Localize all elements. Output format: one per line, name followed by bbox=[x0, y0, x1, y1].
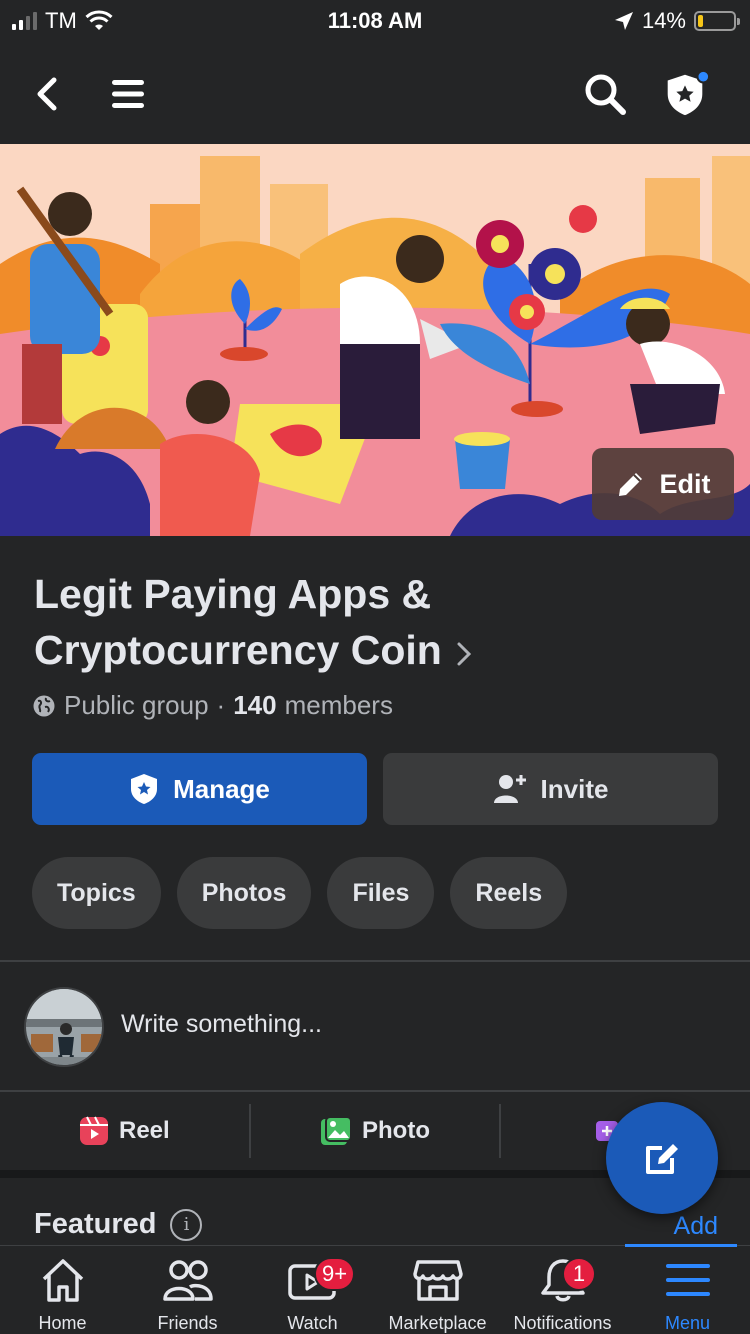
tab-home[interactable]: Home bbox=[0, 1246, 125, 1334]
friends-icon bbox=[160, 1254, 216, 1305]
tab-notifications[interactable]: 1 Notifications bbox=[500, 1246, 625, 1334]
composer-placeholder[interactable]: Write something... bbox=[121, 1010, 322, 1039]
shield-star-icon bbox=[131, 774, 158, 804]
status-right: 14% bbox=[614, 8, 740, 34]
tab-home-label: Home bbox=[38, 1313, 87, 1333]
chevron-left-icon bbox=[37, 77, 57, 111]
search-icon bbox=[585, 74, 626, 115]
invite-button[interactable]: Invite bbox=[383, 753, 718, 825]
admin-shield-icon bbox=[667, 69, 710, 116]
hamburger-button[interactable] bbox=[103, 69, 153, 119]
reel-icon bbox=[79, 1116, 108, 1145]
globe-icon bbox=[33, 695, 55, 716]
manage-button[interactable]: Manage bbox=[32, 753, 367, 825]
featured-add-link[interactable]: Add bbox=[674, 1212, 718, 1241]
notifications-badge: 1 bbox=[562, 1257, 596, 1291]
edit-cover-label: Edit bbox=[659, 468, 711, 499]
bottom-tab-bar: Home Friends 9+ Watch Marketplace 1 Noti… bbox=[0, 1244, 750, 1334]
top-nav bbox=[0, 44, 750, 144]
chip-reels[interactable]: Reels bbox=[450, 857, 568, 929]
group-meta: Public group · 140 members bbox=[32, 690, 393, 721]
edit-cover-button[interactable]: Edit bbox=[592, 448, 734, 520]
compose-fab-button[interactable] bbox=[606, 1102, 718, 1214]
info-icon[interactable]: i bbox=[170, 1208, 203, 1241]
marketplace-icon bbox=[410, 1254, 466, 1305]
featured-title: Featured bbox=[34, 1208, 157, 1240]
add-person-icon bbox=[493, 775, 526, 803]
members-label[interactable]: members bbox=[285, 690, 393, 721]
photo-label: Photo bbox=[362, 1117, 430, 1144]
chip-photos[interactable]: Photos bbox=[176, 857, 312, 929]
post-composer[interactable]: Write something... bbox=[0, 962, 750, 1090]
tab-notifications-label: Notifications bbox=[513, 1313, 612, 1333]
group-tabs: Topics Photos Files Reels bbox=[32, 857, 568, 929]
tab-menu-label: Menu bbox=[664, 1313, 711, 1333]
compose-icon bbox=[646, 1144, 678, 1174]
reel-label: Reel bbox=[118, 1117, 170, 1144]
photo-button[interactable]: Photo bbox=[251, 1104, 502, 1158]
avatar-photo bbox=[26, 989, 102, 1065]
location-arrow-icon bbox=[614, 12, 633, 30]
reel-button[interactable]: Reel bbox=[0, 1104, 251, 1158]
avatar[interactable] bbox=[24, 987, 104, 1067]
back-button[interactable] bbox=[22, 69, 72, 119]
photo-icon bbox=[321, 1116, 353, 1145]
menu-icon bbox=[660, 1254, 716, 1305]
tab-marketplace[interactable]: Marketplace bbox=[375, 1246, 500, 1334]
chip-files[interactable]: Files bbox=[327, 857, 435, 929]
tab-friends[interactable]: Friends bbox=[125, 1246, 250, 1334]
home-icon bbox=[35, 1254, 91, 1305]
meta-separator: · bbox=[216, 690, 226, 720]
group-title[interactable]: Legit Paying Apps & Cryptocurrency Coin bbox=[34, 566, 594, 681]
manage-label: Manage bbox=[173, 773, 270, 804]
hamburger-icon bbox=[112, 80, 144, 108]
privacy-label: Public group bbox=[64, 690, 209, 720]
battery-fill bbox=[698, 15, 703, 27]
group-title-text: Legit Paying Apps & Cryptocurrency Coin bbox=[34, 571, 442, 673]
cover-photo[interactable]: Edit bbox=[0, 144, 750, 536]
pencil-icon bbox=[618, 473, 642, 496]
invite-label: Invite bbox=[540, 773, 609, 804]
battery-percent: 14% bbox=[641, 8, 686, 33]
tab-friends-label: Friends bbox=[157, 1313, 218, 1333]
member-count[interactable]: 140 bbox=[233, 690, 276, 721]
featured-section: Featured i bbox=[34, 1208, 203, 1241]
tab-watch-label: Watch bbox=[287, 1313, 338, 1333]
chip-topics[interactable]: Topics bbox=[32, 857, 161, 929]
chevron-right-icon bbox=[456, 625, 472, 681]
search-button[interactable] bbox=[580, 69, 630, 119]
battery-icon bbox=[694, 11, 740, 31]
tab-menu[interactable]: Menu bbox=[625, 1244, 750, 1334]
tab-marketplace-label: Marketplace bbox=[388, 1313, 487, 1333]
watch-badge: 9+ bbox=[314, 1257, 356, 1291]
status-bar: TM 11:08 AM 14% bbox=[0, 0, 750, 44]
admin-tools-button[interactable] bbox=[660, 69, 710, 119]
tab-watch[interactable]: 9+ Watch bbox=[250, 1246, 375, 1334]
